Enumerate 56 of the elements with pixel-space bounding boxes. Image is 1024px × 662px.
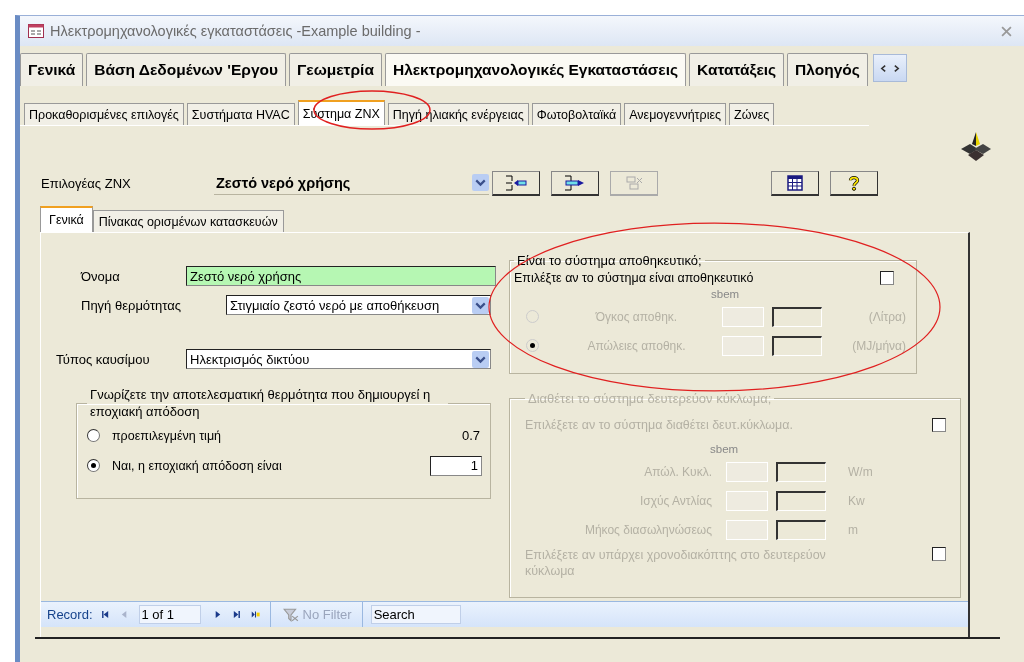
selector-label: Επιλογέας ΖΝΧ <box>41 175 132 191</box>
tab-scroll-buttons[interactable] <box>872 54 907 82</box>
insert-record-button[interactable] <box>492 170 540 196</box>
record-number-field[interactable]: 1 of 1 <box>138 605 201 624</box>
field-label: Ισχύς Αντλίας <box>639 493 712 508</box>
first-record-icon[interactable] <box>100 610 110 619</box>
unit-label: (MJ/μήνα) <box>852 338 906 353</box>
field-label: Πηγή θερμότητας <box>81 297 182 313</box>
field-label: Μήκος διασωληνώσεως <box>583 522 712 537</box>
last-record-icon[interactable] <box>231 610 241 619</box>
main-tab[interactable]: Γενικά <box>20 53 84 86</box>
option-label: προεπιλεγμένη τιμή <box>112 428 223 443</box>
search-field[interactable]: Search <box>370 605 461 624</box>
default-value: 0.7 <box>461 428 480 444</box>
selector-combo[interactable]: Ζεστό νερό χρήσης <box>214 171 489 195</box>
main-tab[interactable]: Ηλεκτρομηχανολογικές Εγκαταστάσεις <box>384 53 687 86</box>
unit-label: (Λίτρα) <box>868 309 906 324</box>
help-record-button[interactable] <box>830 170 878 196</box>
main-tab[interactable]: Πλοηγός <box>787 53 868 86</box>
group-legend: Γνωρίζετε την αποτελεσματική θερμότητα που δημιουργεί η εποχιακή απόδοση <box>87 387 448 421</box>
fuel-type-combo[interactable]: Ηλεκτρισμός δικτύου <box>186 349 491 369</box>
sub-tab[interactable]: Πηγή ηλιακής ενέργειας <box>387 103 529 125</box>
radio-button[interactable] <box>87 429 100 443</box>
field-label: Απώλ. Κυκλ. <box>643 464 712 479</box>
radio-button[interactable] <box>87 459 100 473</box>
form-tab[interactable]: Πίνακας ορισμένων κατασκευών <box>92 210 284 232</box>
sub-tab[interactable]: Προκαθορισμένες επιλογές <box>24 103 184 125</box>
insert-row-icon <box>504 174 528 191</box>
heat-source-combo[interactable]: Στιγμιαίο ζεστό νερό με αποθήκευση <box>226 295 491 315</box>
main-tab[interactable]: Βάση Δεδομένων 'Εργου <box>86 53 286 86</box>
form-icon <box>28 24 44 38</box>
unit-label: Kw <box>848 493 865 508</box>
form-tab[interactable]: Γενικά <box>40 206 93 232</box>
new-record-icon[interactable] <box>250 610 260 619</box>
option-label: Ναι, η εποχιακή απόδοση είναι <box>112 458 283 473</box>
table-record-button[interactable] <box>771 170 819 196</box>
field-label: Όγκος αποθηκ. <box>594 309 679 324</box>
column-header: sbem <box>710 443 740 457</box>
append-record-button[interactable] <box>551 170 599 196</box>
sub-tab[interactable]: Φωτοβολταϊκά <box>531 103 622 125</box>
sub-tab[interactable]: Ανεμογεννήτριες <box>624 103 727 125</box>
field-label: Τύπος καυσίμου <box>56 351 151 367</box>
window-title: Ηλεκτρομηχανολογικές εγκαταστάσεις -Example building - <box>50 23 422 39</box>
checkbox[interactable] <box>880 271 894 285</box>
field-label: Απώλειες αποθηκ. <box>586 338 687 353</box>
record-label: Record: <box>47 607 93 622</box>
sub-tab[interactable]: Ζώνες <box>729 103 775 125</box>
group-legend: Διαθέτει το σύστημα δευτερεύον κύκλωμα; <box>525 391 775 406</box>
checkbox-label: Επιλέξτε αν το σύστημα είναι αποθηκευτικό <box>514 271 754 285</box>
main-tab[interactable]: Κατατάξεις <box>689 53 785 86</box>
sub-tab[interactable]: Συστήματα HVAC <box>186 103 295 125</box>
efficiency-field[interactable]: 1 <box>430 455 482 476</box>
field-label: Όνομα <box>81 268 121 284</box>
main-tab[interactable]: Γεωμετρία <box>289 53 382 86</box>
name-field[interactable]: Ζεστό νερό χρήσης <box>186 266 496 286</box>
column-header: sbem <box>711 288 741 302</box>
